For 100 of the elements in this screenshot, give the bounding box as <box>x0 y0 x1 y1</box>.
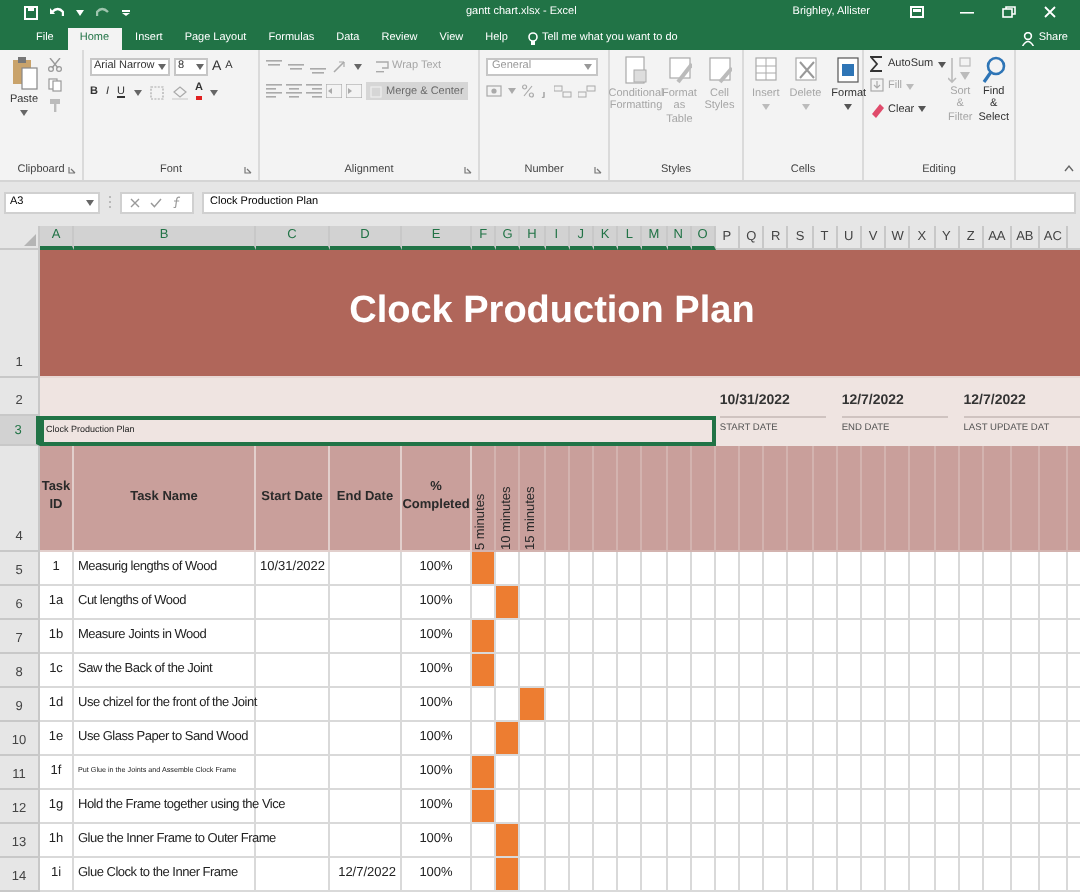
caret-icon[interactable] <box>918 106 927 113</box>
select-all-icon[interactable] <box>24 234 36 246</box>
caret-icon[interactable] <box>196 64 204 70</box>
dialog-launcher-icon[interactable] <box>464 166 472 174</box>
header-cell <box>837 446 862 552</box>
table-cell <box>935 858 960 892</box>
caret-icon[interactable] <box>158 64 166 70</box>
format-cells-icon <box>836 56 861 84</box>
table-cell <box>813 620 838 654</box>
table-cell <box>569 790 594 824</box>
table-cell <box>862 824 887 858</box>
table-cell <box>886 654 911 688</box>
align-center-icon[interactable] <box>286 84 302 99</box>
save-icon[interactable] <box>24 5 38 19</box>
table-cell <box>764 790 789 824</box>
table-cell <box>691 790 716 824</box>
header-cell <box>983 446 1012 552</box>
align-middle-icon[interactable] <box>288 59 304 74</box>
table-cell <box>788 654 814 688</box>
enter-icon[interactable] <box>150 197 162 207</box>
table-cell <box>740 756 765 790</box>
table-cell <box>959 756 984 790</box>
align-left-icon[interactable] <box>266 84 282 99</box>
table-cell <box>715 858 741 892</box>
align-right-icon[interactable] <box>306 84 322 99</box>
table-cell <box>715 552 741 586</box>
table-cell <box>569 858 594 892</box>
caret-icon[interactable] <box>584 64 592 70</box>
table-cell <box>886 552 911 586</box>
table-cell <box>1011 756 1040 790</box>
table-cell <box>837 722 862 756</box>
table-cell <box>813 654 838 688</box>
percent-icon[interactable] <box>522 84 534 98</box>
dialog-launcher-icon[interactable] <box>594 166 602 174</box>
table-cell <box>764 858 789 892</box>
table-cell <box>983 586 1012 620</box>
table-cell <box>959 552 984 586</box>
redo-icon[interactable] <box>96 6 110 18</box>
decrease-decimal-icon[interactable] <box>578 84 596 98</box>
table-cell <box>545 552 570 586</box>
table-cell <box>910 756 936 790</box>
header-cell <box>910 446 936 552</box>
increase-decimal-icon[interactable] <box>554 84 572 98</box>
table-cell <box>935 688 960 722</box>
restore-icon[interactable] <box>1002 6 1016 18</box>
caret-icon[interactable] <box>86 199 94 205</box>
minimize-icon[interactable] <box>960 6 974 18</box>
function-icon[interactable] <box>172 196 184 208</box>
caret-icon[interactable] <box>354 63 362 70</box>
table-cell <box>545 756 570 790</box>
caret-icon[interactable] <box>844 104 853 111</box>
currency-icon[interactable] <box>486 84 502 98</box>
table-cell <box>691 586 716 620</box>
table-cell <box>691 688 716 722</box>
ribbon-display-icon[interactable] <box>910 6 924 18</box>
fill-color-icon[interactable] <box>171 85 187 100</box>
borders-icon[interactable] <box>149 85 163 100</box>
table-cell <box>667 586 692 620</box>
customize-icon[interactable] <box>122 8 130 16</box>
table-cell <box>862 858 887 892</box>
table-cell <box>715 824 741 858</box>
caret-icon[interactable] <box>937 61 946 68</box>
table-cell <box>983 620 1012 654</box>
table-cell <box>935 620 960 654</box>
table-cell <box>764 688 789 722</box>
collapse-ribbon-icon[interactable] <box>1064 164 1074 172</box>
copy-icon[interactable] <box>48 78 62 92</box>
table-cell <box>740 722 765 756</box>
table-cell <box>569 654 594 688</box>
table-cell <box>740 858 765 892</box>
undo-icon[interactable] <box>50 6 64 18</box>
decrease-indent-icon[interactable] <box>326 84 342 99</box>
table-cell <box>618 620 643 654</box>
table-cell <box>862 756 887 790</box>
table-cell <box>642 654 667 688</box>
table-cell <box>569 756 594 790</box>
caret-icon[interactable] <box>210 89 219 96</box>
increase-indent-icon[interactable] <box>346 84 362 99</box>
caret-icon[interactable] <box>133 89 141 96</box>
dialog-launcher-icon[interactable] <box>68 166 76 174</box>
dialog-launcher-icon[interactable] <box>244 166 252 174</box>
cancel-icon[interactable] <box>130 197 140 207</box>
table-cell <box>837 756 862 790</box>
table-cell <box>862 620 887 654</box>
close-icon[interactable] <box>1044 6 1056 18</box>
table-cell <box>545 586 570 620</box>
caret-icon[interactable] <box>20 110 28 117</box>
paintbrush-icon[interactable] <box>48 98 62 112</box>
caret-icon[interactable] <box>76 9 84 15</box>
table-cell <box>862 586 887 620</box>
scissors-icon[interactable] <box>48 58 62 72</box>
orientation-icon[interactable] <box>332 59 348 74</box>
table-cell <box>764 722 789 756</box>
table-cell <box>935 790 960 824</box>
header-cell <box>935 446 960 552</box>
table-cell <box>1011 824 1040 858</box>
table-cell <box>593 552 619 586</box>
table-cell <box>569 620 594 654</box>
table-cell <box>740 654 765 688</box>
table-cell <box>715 688 741 722</box>
